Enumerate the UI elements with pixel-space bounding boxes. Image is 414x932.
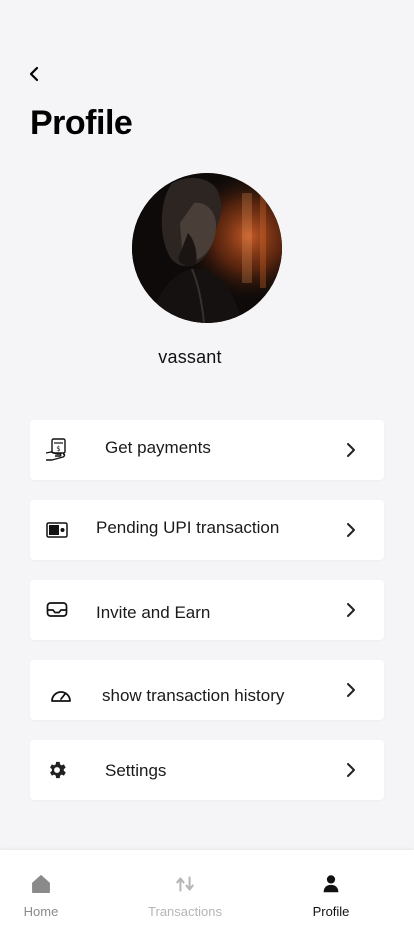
menu-item-label: Settings xyxy=(105,761,167,780)
avatar[interactable] xyxy=(132,173,282,323)
menu-item-label: Get payments xyxy=(105,438,211,457)
speedometer-icon xyxy=(48,682,74,708)
chevron-right-icon xyxy=(344,760,358,780)
menu-item-invite-and-earn[interactable]: Invite and Earn xyxy=(30,580,384,640)
tab-label: Transactions xyxy=(148,904,222,919)
tab-home[interactable]: Home xyxy=(12,850,70,932)
gear-icon xyxy=(44,757,70,783)
chevron-right-icon xyxy=(344,680,358,700)
menu-item-show-transaction-history[interactable]: show transaction history xyxy=(30,660,384,720)
tab-transactions[interactable]: Transactions xyxy=(142,850,228,932)
menu-item-get-payments[interactable]: $ Get payments xyxy=(30,420,384,480)
tab-profile[interactable]: Profile xyxy=(304,850,358,932)
svg-text:$: $ xyxy=(56,445,60,453)
menu-item-label: Invite and Earn xyxy=(96,603,211,622)
menu-item-label: Pending UPI transaction xyxy=(96,518,280,537)
tab-label: Home xyxy=(23,904,59,919)
person-icon xyxy=(319,872,343,896)
username: vassant xyxy=(158,347,222,367)
avatar-photo xyxy=(132,173,282,323)
transfer-arrows-icon xyxy=(173,872,197,896)
chevron-right-icon xyxy=(344,600,358,620)
menu-item-settings[interactable]: Settings xyxy=(30,740,384,800)
chevron-left-icon xyxy=(29,66,39,82)
chevron-right-icon xyxy=(344,440,358,460)
wallet-icon xyxy=(44,517,70,543)
tab-label: Profile xyxy=(312,904,350,919)
back-button[interactable] xyxy=(22,62,46,86)
home-icon xyxy=(29,872,53,896)
envelope-icon xyxy=(44,597,70,623)
chevron-right-icon xyxy=(344,520,358,540)
menu-item-label: show transaction history xyxy=(102,686,285,705)
bottom-tab-bar: Home Transactions Profile xyxy=(0,850,414,932)
hand-money-icon: $ xyxy=(44,437,70,463)
menu-item-pending-upi-transaction[interactable]: Pending UPI transaction xyxy=(30,500,384,560)
profile-screen: Profile vassant $ Get payments Pending U… xyxy=(0,0,414,932)
page-title: Profile xyxy=(30,104,133,142)
